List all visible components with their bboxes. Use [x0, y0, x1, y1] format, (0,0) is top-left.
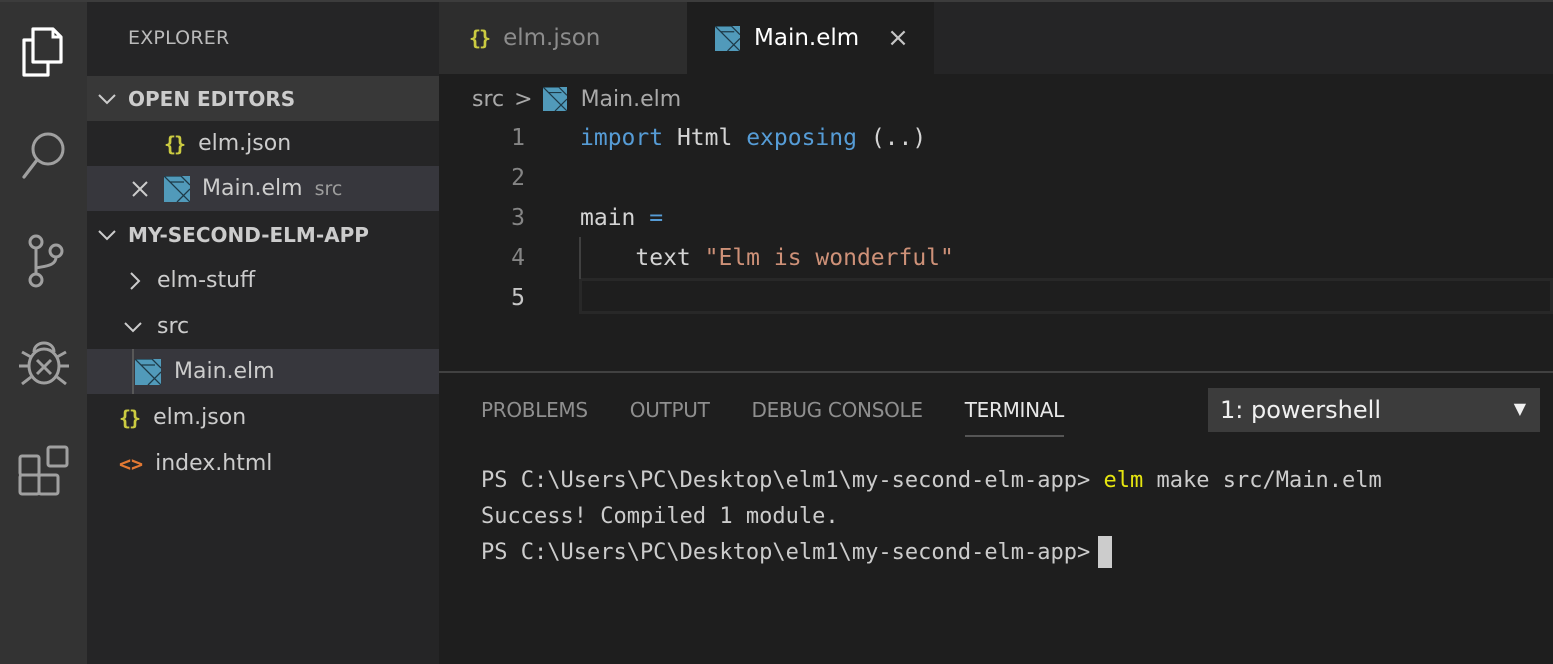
- terminal-line: PS C:\Users\PC\Desktop\elm1\my-second-el…: [481, 534, 1382, 570]
- terminal-line: PS C:\Users\PC\Desktop\elm1\my-second-el…: [481, 462, 1382, 498]
- tab-label: Main.elm: [754, 25, 860, 51]
- terminal-selector-value: 1: powershell: [1220, 396, 1381, 424]
- open-editor-label: elm.json: [198, 131, 292, 156]
- panel-divider[interactable]: [439, 371, 1553, 373]
- source-control-icon: [28, 234, 63, 288]
- files-icon: [21, 27, 63, 77]
- tab-problems[interactable]: PROBLEMS: [481, 398, 588, 424]
- open-editors-header[interactable]: OPEN EDITORS: [87, 76, 439, 121]
- elm-icon: [715, 25, 740, 51]
- tree-item-elm-json[interactable]: {} elm.json: [87, 395, 439, 440]
- line-number: 5: [511, 284, 525, 311]
- breadcrumb: src > Main.elm: [472, 82, 681, 116]
- tree-item-label: elm.json: [153, 405, 247, 430]
- code-text: text "Elm is wonderful": [580, 245, 954, 271]
- terminal-args: make src/Main.elm: [1143, 467, 1382, 493]
- tree-item-label: elm-stuff: [157, 268, 256, 293]
- json-braces-icon: {}: [119, 405, 141, 430]
- chevron-down-icon: [95, 223, 119, 247]
- tab-main-elm[interactable]: Main.elm ×: [687, 2, 934, 74]
- open-editor-label: Main.elm: [202, 176, 303, 201]
- chevron-down-icon: [95, 87, 119, 111]
- tree-item-label: src: [157, 314, 190, 339]
- breadcrumb-folder[interactable]: src: [472, 87, 504, 112]
- open-editors-label: OPEN EDITORS: [128, 86, 296, 111]
- panel-tabs: PROBLEMS OUTPUT DEBUG CONSOLE TERMINAL: [481, 398, 1106, 437]
- code-line: 1 import Html exposing (..): [439, 118, 1553, 157]
- terminal-selector[interactable]: 1: powershell ▼: [1208, 388, 1540, 432]
- code-token: main: [580, 204, 650, 231]
- indent-guide: [132, 349, 134, 394]
- debug-icon: [18, 341, 69, 386]
- search-icon: [21, 132, 64, 179]
- close-icon[interactable]: ×: [887, 23, 909, 53]
- code-line: 4 text "Elm is wonderful": [439, 238, 1553, 277]
- tree-item-elm-stuff[interactable]: elm-stuff: [87, 258, 439, 303]
- open-editor-item-elm-json[interactable]: {} elm.json: [87, 121, 439, 166]
- open-editor-item-main-elm[interactable]: Main.elm src: [87, 166, 439, 211]
- project-label: MY-SECOND-ELM-APP: [128, 222, 369, 247]
- code-text: import Html exposing (..): [580, 125, 926, 151]
- elm-icon: [135, 358, 161, 385]
- code-token: exposing: [746, 124, 857, 151]
- tab-output[interactable]: OUTPUT: [630, 398, 710, 424]
- window-top-border: [0, 0, 1553, 2]
- tree-item-label: Main.elm: [174, 359, 275, 384]
- breadcrumb-file[interactable]: Main.elm: [581, 87, 682, 112]
- html-icon: <>: [119, 451, 144, 476]
- chevron-right-icon: [123, 269, 147, 293]
- terminal-prompt: PS C:\Users\PC\Desktop\elm1\my-second-el…: [481, 539, 1091, 565]
- code-editor[interactable]: 1 import Html exposing (..) 2 3 main = 4 text…: [439, 118, 1553, 368]
- code-token: text: [580, 244, 705, 271]
- code-token: Html: [663, 124, 747, 151]
- code-token: "Elm is wonderful": [704, 244, 954, 271]
- json-braces-icon: {}: [164, 131, 186, 156]
- activity-explorer[interactable]: [0, 8, 87, 98]
- tab-elm-json[interactable]: {} elm.json: [439, 2, 687, 74]
- line-number: 4: [511, 244, 525, 271]
- open-editor-description: src: [314, 177, 343, 200]
- code-line: 3 main =: [439, 198, 1553, 237]
- sidebar-title: EXPLORER: [128, 27, 230, 49]
- chevron-down-icon: [121, 315, 145, 339]
- terminal-command: elm: [1103, 467, 1144, 493]
- tab-terminal[interactable]: TERMINAL: [964, 398, 1064, 437]
- terminal-message: Success! Compiled 1 module.: [481, 503, 839, 529]
- activity-bar: [0, 0, 87, 664]
- tab-debug-console[interactable]: DEBUG CONSOLE: [751, 398, 923, 424]
- line-number: 2: [511, 164, 525, 191]
- tree-item-label: index.html: [155, 451, 273, 476]
- activity-source-control[interactable]: [0, 216, 87, 306]
- code-line: 5: [439, 278, 1553, 317]
- terminal-cursor: [1098, 536, 1113, 568]
- activity-extensions[interactable]: [0, 424, 87, 514]
- explorer-sidebar: EXPLORER OPEN EDITORS {} elm.json Main.e…: [87, 0, 439, 664]
- project-header[interactable]: MY-SECOND-ELM-APP: [87, 212, 439, 257]
- line-number: 3: [511, 204, 525, 231]
- tab-label: elm.json: [503, 25, 601, 51]
- code-token: import: [580, 124, 664, 151]
- elm-icon: [542, 87, 567, 111]
- extensions-icon: [18, 445, 68, 496]
- code-line: 2: [439, 158, 1553, 197]
- editor-tab-bar: {} elm.json Main.elm ×: [439, 0, 1553, 74]
- elm-icon: [164, 175, 190, 202]
- terminal-prompt: PS C:\Users\PC\Desktop\elm1\my-second-el…: [481, 467, 1104, 493]
- terminal-line: Success! Compiled 1 module.: [481, 498, 1382, 534]
- code-text: main =: [580, 205, 663, 231]
- line-number: 1: [511, 124, 525, 151]
- tree-item-src[interactable]: src: [87, 304, 439, 349]
- activity-search[interactable]: [0, 110, 87, 200]
- activity-debug[interactable]: [0, 318, 87, 408]
- breadcrumb-separator: >: [514, 86, 533, 112]
- terminal-output[interactable]: PS C:\Users\PC\Desktop\elm1\my-second-el…: [481, 462, 1382, 570]
- json-braces-icon: {}: [469, 26, 491, 50]
- code-token: =: [649, 204, 664, 231]
- close-icon[interactable]: [130, 179, 150, 199]
- tree-item-index-html[interactable]: <> index.html: [87, 441, 439, 486]
- dropdown-arrow-icon: ▼: [1513, 399, 1526, 418]
- tree-item-main-elm[interactable]: Main.elm: [87, 349, 439, 394]
- code-token: (..): [856, 124, 927, 151]
